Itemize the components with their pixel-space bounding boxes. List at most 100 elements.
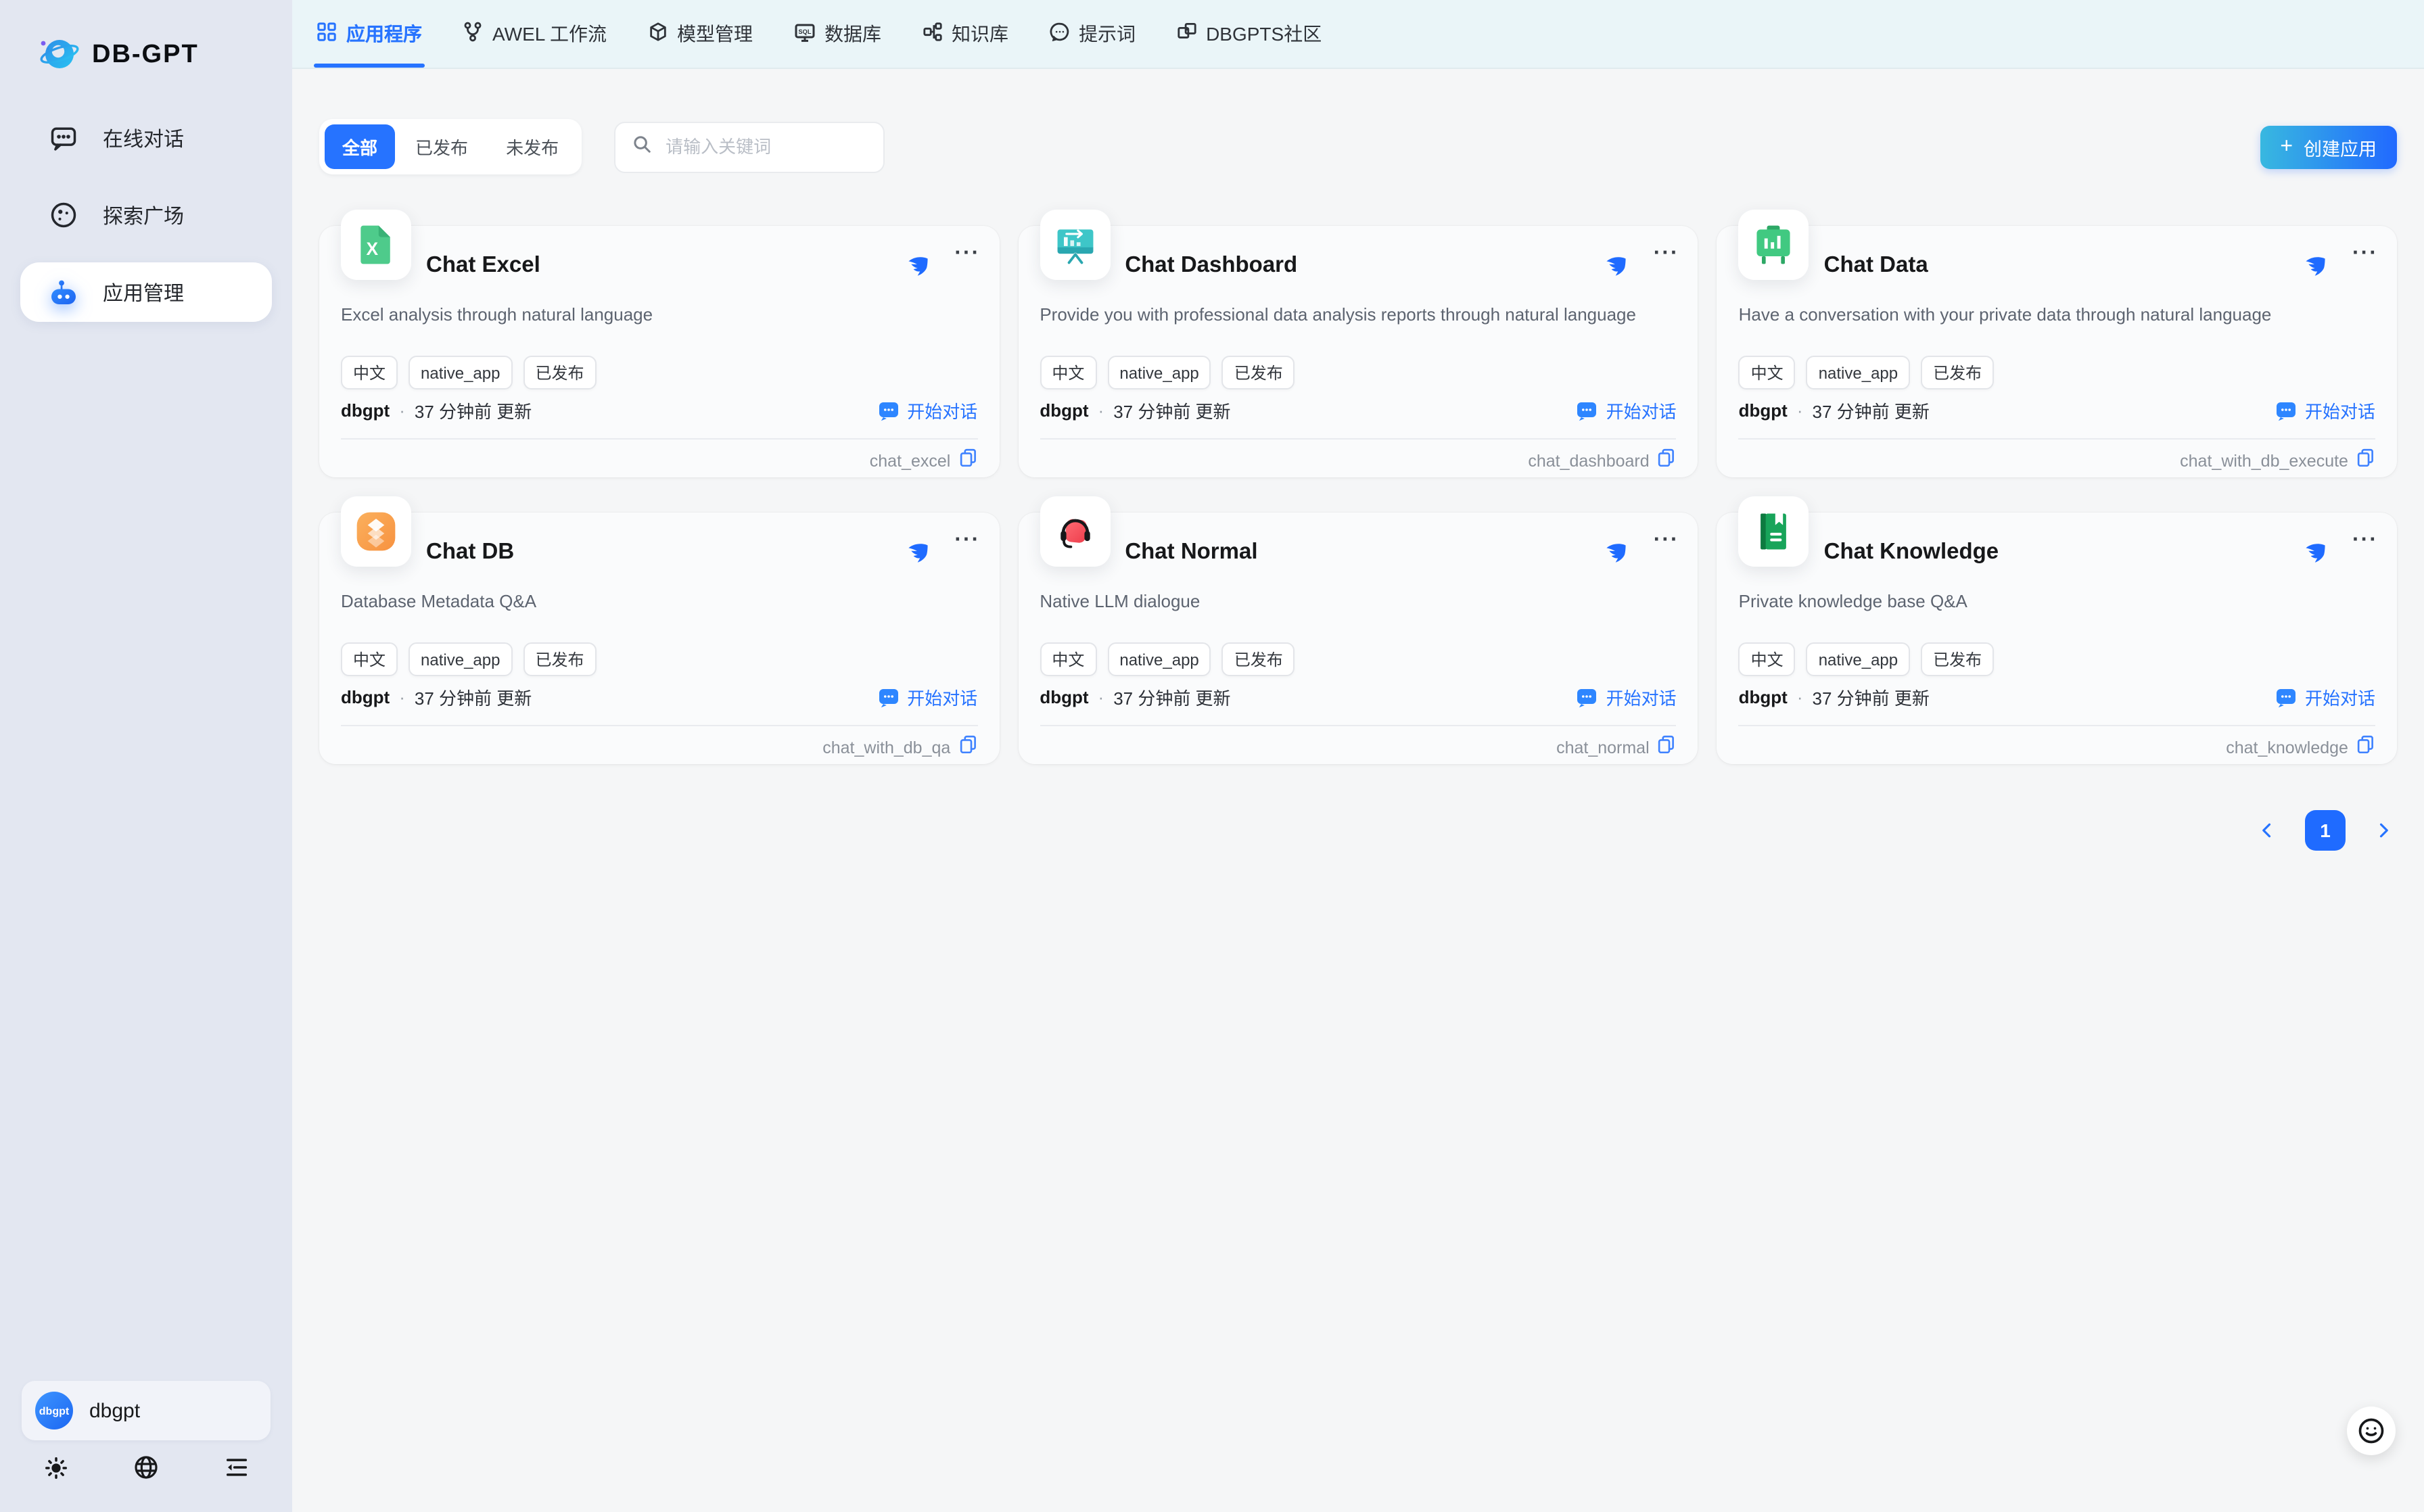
tag-row: 中文 native_app 已发布	[1739, 356, 1995, 389]
sidebar-footer	[11, 1450, 281, 1485]
start-chat-link[interactable]: 开始对话	[1577, 398, 1677, 423]
chat-start-icon	[1577, 686, 1598, 708]
page-number[interactable]: 1	[2305, 810, 2346, 851]
app-code: chat_with_db_qa	[822, 738, 950, 757]
app-card-chat-db[interactable]: Chat DB ··· Database Metadata Q&A 中文 nat…	[319, 513, 999, 764]
more-menu-icon[interactable]: ···	[1654, 242, 1679, 266]
card-title: Chat Normal	[1125, 540, 1257, 565]
app-card-chat-data[interactable]: Chat Data ··· Have a conversation with y…	[1717, 226, 2397, 477]
sidebar-item-online-chat[interactable]: 在线对话	[20, 108, 272, 168]
card-description: Database Metadata Q&A	[341, 590, 977, 615]
chat-start-icon	[2275, 400, 2297, 421]
tag-row: 中文 native_app 已发布	[1040, 642, 1295, 676]
tab-awel-flow[interactable]: AWEL 工作流	[463, 0, 607, 68]
dingtalk-share-icon[interactable]	[1605, 254, 1628, 284]
start-chat-link[interactable]: 开始对话	[877, 398, 977, 423]
feedback-smiley-button[interactable]	[2347, 1407, 2396, 1455]
more-menu-icon[interactable]: ···	[2352, 529, 2378, 553]
app-root: DB-GPT 在线对话	[0, 0, 2424, 1512]
prev-page-icon[interactable]	[2254, 817, 2281, 844]
copy-icon[interactable]	[2356, 734, 2375, 760]
code-row: chat_with_db_qa	[822, 734, 977, 760]
filter-unpublished[interactable]: 未发布	[488, 124, 576, 169]
app-card-chat-excel[interactable]: X Chat Excel ··· Excel analysis through …	[319, 226, 999, 477]
tag-status: 已发布	[1921, 356, 1994, 389]
filter-published[interactable]: 已发布	[398, 124, 486, 169]
next-page-icon[interactable]	[2370, 817, 2397, 844]
dingtalk-share-icon[interactable]	[906, 254, 929, 284]
tab-label: DBGPTS社区	[1206, 20, 1322, 47]
tag-language: 中文	[1040, 642, 1096, 676]
language-globe-icon[interactable]	[129, 1450, 164, 1485]
tab-database[interactable]: SQL 数据库	[793, 0, 881, 68]
svg-text:X: X	[367, 239, 379, 259]
meta-separator: ·	[1797, 400, 1803, 421]
copy-icon[interactable]	[958, 448, 977, 473]
tag-language: 中文	[1739, 356, 1796, 389]
dingtalk-share-icon[interactable]	[1605, 541, 1628, 571]
user-card[interactable]: dbgpt dbgpt	[22, 1381, 271, 1440]
more-menu-icon[interactable]: ···	[954, 242, 980, 266]
app-code: chat_with_db_execute	[2180, 451, 2348, 470]
headset-icon	[1040, 496, 1110, 567]
copy-icon[interactable]	[1658, 448, 1677, 473]
start-chat-label: 开始对话	[2305, 684, 2375, 710]
theme-sun-icon[interactable]	[39, 1450, 74, 1485]
meta-row: dbgpt · 37 分钟前 更新 开始对话	[1739, 684, 2375, 710]
start-chat-link[interactable]: 开始对话	[2275, 398, 2375, 423]
create-app-button[interactable]: + 创建应用	[2260, 125, 2397, 168]
dingtalk-share-icon[interactable]	[906, 541, 929, 571]
start-chat-link[interactable]: 开始对话	[2275, 684, 2375, 710]
start-chat-link[interactable]: 开始对话	[877, 684, 977, 710]
card-description: Private knowledge base Q&A	[1739, 590, 2375, 615]
start-chat-label: 开始对话	[1606, 398, 1677, 423]
cube-icon	[647, 22, 668, 46]
sidebar-item-app-management[interactable]: 应用管理	[20, 262, 272, 322]
updated-time: 37 分钟前 更新	[1813, 398, 1930, 423]
code-row: chat_with_db_execute	[2180, 448, 2375, 473]
tag-language: 中文	[341, 642, 398, 676]
explore-planet-icon	[47, 199, 80, 231]
tag-type: native_app	[1807, 356, 1910, 389]
plus-icon: +	[2280, 136, 2293, 158]
tab-apps[interactable]: 应用程序	[317, 0, 422, 68]
knowledge-book-icon	[1739, 496, 1809, 567]
search-input[interactable]	[663, 135, 867, 158]
copy-icon[interactable]	[1658, 734, 1677, 760]
sidebar-item-label: 在线对话	[103, 124, 184, 152]
tab-knowledge-base[interactable]: 知识库	[922, 0, 1008, 68]
more-menu-icon[interactable]: ···	[2352, 242, 2378, 266]
updated-time: 37 分钟前 更新	[415, 398, 532, 423]
search-box	[614, 121, 885, 172]
robot-icon	[47, 276, 80, 308]
copy-icon[interactable]	[958, 734, 977, 760]
dingtalk-share-icon[interactable]	[2304, 541, 2327, 571]
tag-type: native_app	[409, 356, 512, 389]
app-card-chat-dashboard[interactable]: Chat Dashboard ··· Provide you with prof…	[1018, 226, 1698, 477]
flow-nodes-icon	[922, 22, 942, 46]
owner-name: dbgpt	[341, 400, 390, 421]
sidebar-item-explore[interactable]: 探索广场	[20, 185, 272, 245]
tab-dbgpts-community[interactable]: DBGPTS社区	[1176, 0, 1322, 68]
collapse-sidebar-icon[interactable]	[218, 1450, 254, 1485]
more-menu-icon[interactable]: ···	[954, 529, 980, 553]
app-card-chat-normal[interactable]: Chat Normal ··· Native LLM dialogue 中文 n…	[1018, 513, 1698, 764]
code-row: chat_excel	[870, 448, 978, 473]
user-name: dbgpt	[89, 1399, 140, 1422]
app-logo-text: DB-GPT	[92, 41, 199, 70]
dingtalk-share-icon[interactable]	[2304, 254, 2327, 284]
tab-label: 应用程序	[346, 20, 422, 47]
community-blocks-icon	[1176, 22, 1196, 46]
tab-model-management[interactable]: 模型管理	[647, 0, 753, 68]
tag-row: 中文 native_app 已发布	[1739, 642, 1995, 676]
tag-status: 已发布	[1921, 642, 1994, 676]
tab-prompts[interactable]: 提示词	[1049, 0, 1136, 68]
copy-icon[interactable]	[2356, 448, 2375, 473]
filter-all[interactable]: 全部	[325, 124, 395, 169]
start-chat-link[interactable]: 开始对话	[1577, 684, 1677, 710]
app-card-chat-knowledge[interactable]: Chat Knowledge ··· Private knowledge bas…	[1717, 513, 2397, 764]
chat-start-icon	[877, 686, 899, 708]
dbgpt-planet-icon	[38, 30, 81, 80]
card-divider	[341, 725, 977, 726]
more-menu-icon[interactable]: ···	[1654, 529, 1679, 553]
